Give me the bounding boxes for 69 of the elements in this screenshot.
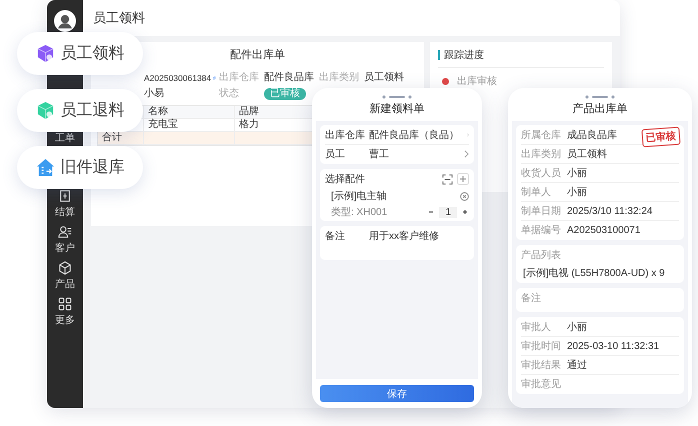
quantity-field[interactable]: 1 xyxy=(439,206,457,218)
screen-title: 产品出库单 xyxy=(572,103,628,116)
form-value[interactable]: 曹工 xyxy=(369,147,389,161)
page-dots-icon xyxy=(382,95,412,99)
sidebar-item[interactable]: 产品 xyxy=(55,261,75,291)
info-label: 所属仓库 xyxy=(521,128,562,142)
step-dot-icon xyxy=(442,78,449,84)
form-label: 员工 xyxy=(325,148,346,161)
field-label: 状态 xyxy=(219,88,239,99)
approval-label: 审批意见 xyxy=(521,378,562,391)
document-icon xyxy=(58,189,72,203)
sidebar-item[interactable]: 更多 xyxy=(55,297,75,327)
sidebar-item[interactable]: 客户 xyxy=(55,225,75,255)
scan-icon[interactable] xyxy=(442,174,453,184)
feature-pill[interactable]: 员工领料 xyxy=(17,32,143,75)
note-label: 备注 xyxy=(325,230,346,243)
info-value: 员工领料 xyxy=(567,148,607,161)
info-value: 小丽 xyxy=(567,166,587,180)
part-name: [示例]电主轴 xyxy=(331,190,387,203)
section-title: 选择配件 xyxy=(325,172,365,186)
info-label: 单据编号 xyxy=(521,224,562,237)
info-label: 出库类别 xyxy=(521,148,562,161)
chevron-icon[interactable] xyxy=(464,150,469,158)
remove-icon[interactable] xyxy=(460,192,469,200)
approval-label: 审批人 xyxy=(521,320,552,334)
field-label: 出库类别 xyxy=(319,72,359,83)
note-label: 备注 xyxy=(521,292,542,305)
product-item: [示例]电视 (L55H7800A-UD) x 9 xyxy=(522,266,665,280)
approval-value: 小丽 xyxy=(567,320,587,334)
sidebar-item[interactable]: 工单 xyxy=(55,131,75,145)
person-icon xyxy=(58,225,72,239)
info-value: 成品良品库 xyxy=(567,128,617,142)
add-icon[interactable] xyxy=(457,173,469,185)
info-value: 2025/3/10 11:32:24 xyxy=(567,206,652,216)
approved-stamp: 已审核 xyxy=(641,126,681,148)
field-value: 小易 xyxy=(144,88,164,100)
approval-value: 2025-03-10 11:32:31 xyxy=(567,340,660,352)
info-value: 小丽 xyxy=(567,186,587,199)
save-button[interactable]: 保存 xyxy=(320,385,474,402)
approval-label: 审批结果 xyxy=(521,358,562,372)
field-label: 出库仓库 xyxy=(219,72,259,83)
approval-value: 通过 xyxy=(567,358,587,372)
tracking-title: 跟踪进度 xyxy=(444,48,484,62)
part-model: 类型: XH001 xyxy=(331,206,388,219)
feature-pill[interactable]: 员工退料 xyxy=(17,89,143,132)
step-title: 出库审核 xyxy=(457,74,497,88)
field-value: A2025030061384 xyxy=(144,72,212,84)
order-title: 配件出库单 xyxy=(230,49,285,61)
column-header: 名称 xyxy=(144,106,235,119)
window-title: 员工领料 xyxy=(93,9,145,27)
accent-bar xyxy=(438,50,440,60)
plus-icon[interactable] xyxy=(461,208,469,216)
copy-icon[interactable] xyxy=(213,74,216,82)
approval-label: 审批时间 xyxy=(521,340,562,353)
feature-pill[interactable]: 旧件退库 xyxy=(17,146,143,189)
page-dots-icon xyxy=(585,95,615,99)
sidebar-item[interactable]: 结算 xyxy=(55,189,75,219)
grid-icon xyxy=(58,297,72,311)
info-value: A202503100071 xyxy=(567,224,640,236)
info-label: 收货人员 xyxy=(521,167,562,180)
section-label: 产品列表 xyxy=(521,248,562,262)
note-value: 用于xx客户维修 xyxy=(369,230,439,243)
info-label: 制单人 xyxy=(521,186,552,199)
field-value: 员工领料 xyxy=(364,72,404,84)
cube-icon xyxy=(58,261,72,275)
status-badge: 已审核 xyxy=(264,88,306,100)
avatar-icon[interactable] xyxy=(54,10,76,32)
info-label: 制单日期 xyxy=(521,204,562,218)
field-value: 配件良品库 xyxy=(264,72,314,84)
